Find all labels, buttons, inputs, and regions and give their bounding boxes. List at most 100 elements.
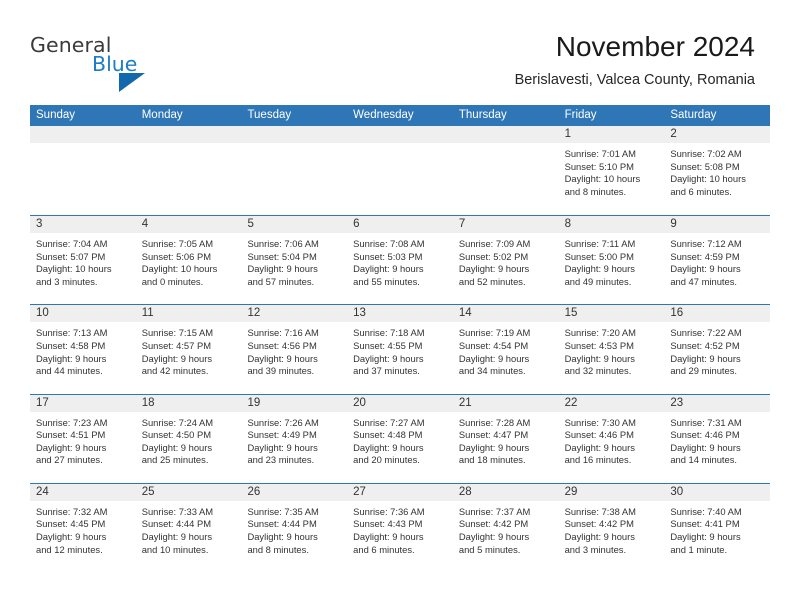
day-cell-5[interactable]: 5 Sunrise: 7:06 AM Sunset: 5:04 PM Daylight…: [241, 216, 348, 305]
day-cell-29[interactable]: 29 Sunrise: 7:38 AM Sunset: 4:42 PM Dayligh…: [558, 483, 665, 572]
day-details: [347, 143, 453, 148]
day-cell-11[interactable]: 11 Sunrise: 7:15 AM Sunset: 4:57 PM Dayligh…: [135, 305, 242, 394]
day-cell-12[interactable]: 12 Sunrise: 7:16 AM Sunset: 4:56 PM Dayligh…: [241, 305, 348, 394]
page-title: November 2024: [555, 31, 755, 62]
day-info-line: Sunset: 5:00 PM: [564, 250, 634, 262]
day-cell-23[interactable]: 23 Sunrise: 7:31 AM Sunset: 4:46 PM Dayligh…: [664, 394, 771, 483]
day-cell-22[interactable]: 22 Sunrise: 7:30 AM Sunset: 4:46 PM Dayligh…: [558, 394, 665, 483]
day-details: Sunrise: 7:19 AM Sunset: 4:54 PM Daylight:…: [453, 322, 559, 377]
day-info-line: Sunset: 4:48 PM: [353, 429, 423, 441]
generalblue-logo[interactable]: General Blue: [30, 33, 170, 92]
day-number-band: [135, 126, 242, 143]
day-cell-13[interactable]: 13 Sunrise: 7:18 AM Sunset: 4:55 PM Dayligh…: [347, 305, 453, 394]
day-details: [136, 143, 242, 148]
day-info-line: Sunrise: 7:18 AM: [353, 327, 425, 339]
day-cell-28[interactable]: 28 Sunrise: 7:37 AM Sunset: 4:42 PM Dayligh…: [452, 483, 559, 572]
day-details: Sunrise: 7:16 AM Sunset: 4:56 PM Daylight:…: [241, 322, 347, 377]
day-cell-30[interactable]: 30 Sunrise: 7:40 AM Sunset: 4:41 PM Dayligh…: [664, 483, 771, 572]
day-cell-17[interactable]: 17 Sunrise: 7:23 AM Sunset: 4:51 PM Dayligh…: [30, 394, 136, 483]
day-number: 29: [564, 485, 578, 498]
day-cell-26[interactable]: 26 Sunrise: 7:35 AM Sunset: 4:44 PM Dayligh…: [241, 483, 348, 572]
day-info-line: and 6 minutes.: [670, 185, 732, 197]
day-cell-14[interactable]: 14 Sunrise: 7:19 AM Sunset: 4:54 PM Dayligh…: [452, 305, 559, 394]
day-info-line: Sunrise: 7:16 AM: [247, 327, 319, 339]
day-details: Sunrise: 7:36 AM Sunset: 4:43 PM Daylight:…: [347, 501, 453, 556]
day-info-line: Sunset: 4:52 PM: [670, 339, 740, 351]
day-details: Sunrise: 7:28 AM Sunset: 4:47 PM Daylight:…: [453, 412, 559, 467]
day-info-line: Sunrise: 7:20 AM: [564, 327, 636, 339]
day-number: 20: [353, 396, 366, 409]
day-cell-15[interactable]: 15 Sunrise: 7:20 AM Sunset: 4:53 PM Dayligh…: [558, 305, 665, 394]
day-number: 13: [353, 307, 366, 320]
day-cell-24[interactable]: 24 Sunrise: 7:32 AM Sunset: 4:45 PM Dayligh…: [30, 483, 136, 572]
page-subtitle: Berislavesti, Valcea County, Romania: [514, 72, 755, 88]
day-info-line: Sunrise: 7:38 AM: [564, 505, 636, 517]
day-info-line: Sunset: 4:47 PM: [458, 429, 529, 441]
page-header: General Blue November 2024 Berislavesti,…: [0, 0, 792, 100]
weekday-header-friday: Friday: [564, 109, 597, 121]
day-info-line: Sunrise: 7:12 AM: [670, 238, 742, 250]
day-number-band: 3: [30, 216, 136, 234]
day-cell-9[interactable]: 9 Sunrise: 7:12 AM Sunset: 4:59 PM Daylight…: [664, 216, 771, 305]
day-cell-1[interactable]: 1 Sunrise: 7:01 AM Sunset: 5:10 PM Daylight…: [558, 126, 665, 216]
day-details: Sunrise: 7:20 AM Sunset: 4:53 PM Daylight:…: [559, 322, 665, 377]
day-cell-16[interactable]: 16 Sunrise: 7:22 AM Sunset: 4:52 PM Dayligh…: [664, 305, 771, 394]
day-info-line: Daylight: 9 hours: [458, 352, 530, 364]
day-number-band: 27: [347, 483, 453, 501]
day-cell-2[interactable]: 2 Sunrise: 7:02 AM Sunset: 5:08 PM Daylight…: [664, 126, 771, 216]
day-details: Sunrise: 7:08 AM Sunset: 5:03 PM Daylight:…: [347, 233, 453, 288]
day-cell-8[interactable]: 8 Sunrise: 7:11 AM Sunset: 5:00 PM Daylight…: [558, 216, 665, 305]
day-number-band: 30: [664, 483, 771, 501]
day-info-line: Sunset: 4:41 PM: [670, 518, 740, 530]
day-info-line: Daylight: 10 hours: [36, 263, 112, 275]
day-number-band: 10: [30, 305, 136, 323]
day-details: [241, 143, 347, 148]
day-cell-25[interactable]: 25 Sunrise: 7:33 AM Sunset: 4:44 PM Dayligh…: [135, 483, 242, 572]
day-cell-27[interactable]: 27 Sunrise: 7:36 AM Sunset: 4:43 PM Dayligh…: [347, 483, 453, 572]
day-number-band: 18: [135, 394, 242, 412]
day-info-line: and 3 minutes.: [564, 543, 627, 555]
day-cell-empty: [347, 126, 453, 216]
day-info-line: Sunrise: 7:30 AM: [564, 416, 636, 428]
day-info-line: Daylight: 9 hours: [36, 530, 107, 542]
day-cell-10[interactable]: 10 Sunrise: 7:13 AM Sunset: 4:58 PM Dayligh…: [30, 305, 136, 394]
day-details: Sunrise: 7:01 AM Sunset: 5:10 PM Daylight:…: [559, 143, 665, 198]
day-info-line: and 0 minutes.: [141, 275, 204, 287]
day-number-band: 14: [452, 305, 559, 323]
day-number-band: 4: [135, 216, 242, 234]
day-cell-6[interactable]: 6 Sunrise: 7:08 AM Sunset: 5:03 PM Daylight…: [347, 216, 453, 305]
day-info-line: and 34 minutes.: [458, 365, 526, 377]
day-info-line: and 44 minutes.: [36, 365, 103, 377]
day-number: 22: [564, 396, 578, 409]
day-info-line: Daylight: 9 hours: [247, 352, 318, 364]
day-info-line: and 20 minutes.: [353, 454, 420, 466]
day-number-band: 6: [347, 216, 453, 234]
day-cell-21[interactable]: 21 Sunrise: 7:28 AM Sunset: 4:47 PM Dayligh…: [452, 394, 559, 483]
day-number: 7: [458, 218, 466, 231]
day-info-line: Sunset: 4:58 PM: [36, 339, 106, 351]
day-cell-7[interactable]: 7 Sunrise: 7:09 AM Sunset: 5:02 PM Daylight…: [452, 216, 559, 305]
day-cell-4[interactable]: 4 Sunrise: 7:05 AM Sunset: 5:06 PM Daylight…: [135, 216, 242, 305]
day-details: Sunrise: 7:06 AM Sunset: 5:04 PM Daylight:…: [241, 233, 347, 288]
day-info-line: and 52 minutes.: [458, 275, 526, 287]
day-info-line: Sunrise: 7:19 AM: [458, 327, 531, 339]
day-info-line: Sunset: 4:42 PM: [458, 518, 529, 530]
day-number-band: 12: [241, 305, 348, 323]
day-info-line: Sunrise: 7:09 AM: [458, 238, 531, 250]
day-cell-3[interactable]: 3 Sunrise: 7:04 AM Sunset: 5:07 PM Daylight…: [30, 216, 136, 305]
day-info-line: Sunset: 5:04 PM: [247, 250, 317, 262]
day-info-line: Sunrise: 7:28 AM: [458, 416, 531, 428]
day-info-line: and 18 minutes.: [458, 454, 526, 466]
day-info-line: Daylight: 9 hours: [247, 441, 318, 453]
week-row: 10 Sunrise: 7:13 AM Sunset: 4:58 PM Dayligh…: [30, 304, 771, 394]
day-info-line: Sunrise: 7:13 AM: [36, 327, 108, 339]
day-cell-18[interactable]: 18 Sunrise: 7:24 AM Sunset: 4:50 PM Dayligh…: [135, 394, 242, 483]
weekday-header-wednesday: Wednesday: [353, 109, 414, 121]
day-info-line: Sunset: 4:45 PM: [36, 518, 106, 530]
day-cell-20[interactable]: 20 Sunrise: 7:27 AM Sunset: 4:48 PM Dayligh…: [347, 394, 453, 483]
day-number: 10: [36, 307, 49, 320]
day-details: Sunrise: 7:09 AM Sunset: 5:02 PM Daylight:…: [453, 233, 559, 288]
day-info-line: and 1 minute.: [670, 543, 728, 555]
day-cell-19[interactable]: 19 Sunrise: 7:26 AM Sunset: 4:49 PM Dayligh…: [241, 394, 348, 483]
day-number: 11: [141, 307, 154, 320]
